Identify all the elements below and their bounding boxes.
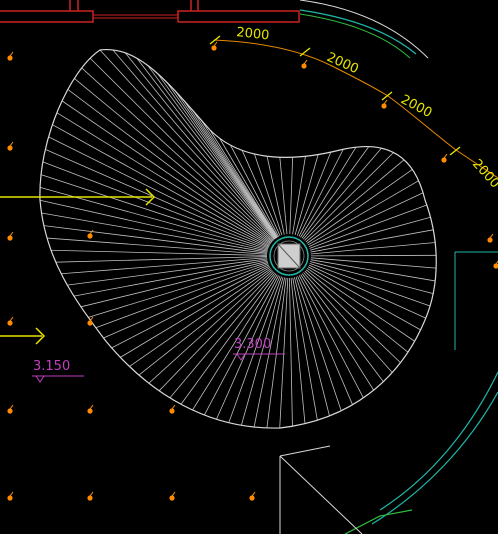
light-marker: [301, 63, 307, 69]
radial-ray: [305, 159, 405, 243]
light-marker: [487, 237, 493, 243]
radial-ray: [50, 249, 268, 256]
light-marker: [7, 495, 13, 501]
radial-ray: [112, 49, 276, 240]
light-marker-tail: [9, 141, 14, 147]
radial-ray: [67, 89, 272, 244]
radial-ray: [80, 260, 268, 308]
light-marker-tail: [9, 316, 14, 322]
light-marker-tail: [303, 59, 308, 65]
radial-ray: [136, 57, 276, 239]
radial-ray: [40, 174, 269, 250]
light-marker-tail: [171, 491, 176, 497]
light-marker-tail: [89, 491, 94, 497]
radial-ray: [305, 269, 409, 353]
radial-ray: [74, 78, 273, 243]
light-marker-tail: [9, 491, 14, 497]
radial-ray: [169, 272, 276, 399]
radial-ray: [303, 272, 393, 373]
dimension-label-3: 2000: [398, 92, 434, 121]
radial-ray: [294, 154, 319, 235]
radial-rays: [39, 49, 437, 429]
light-marker: [7, 145, 13, 151]
light-marker-tail: [213, 41, 218, 47]
light-marker: [7, 320, 13, 326]
radial-ray: [295, 276, 342, 411]
light-marker: [169, 495, 175, 501]
radial-ray: [303, 147, 382, 240]
radial-ray: [279, 157, 288, 235]
radial-ray: [95, 263, 269, 329]
radial-ray: [158, 271, 275, 392]
radial-ray: [43, 225, 268, 254]
elevation-label-3150: 3.150: [33, 359, 70, 374]
light-marker-tail: [9, 51, 14, 57]
radial-ray: [148, 270, 273, 384]
light-marker: [249, 495, 255, 501]
radial-ray: [39, 199, 268, 252]
light-marker: [87, 408, 93, 414]
light-marker-tail: [251, 491, 256, 497]
light-marker-tail: [171, 404, 176, 410]
elevation-label-3300: 3.300: [234, 337, 271, 352]
light-marker-tail: [489, 233, 494, 239]
radial-ray: [48, 136, 270, 247]
radial-ray: [289, 157, 294, 235]
radial-ray: [292, 277, 318, 421]
radial-ray: [297, 276, 353, 405]
radial-ray: [124, 52, 276, 240]
radial-ray: [306, 268, 415, 342]
dimension-label-2: 2000: [324, 50, 360, 77]
radial-ray: [301, 273, 384, 382]
light-marker-tail: [89, 404, 94, 410]
central-column: [269, 236, 309, 276]
radial-ray: [294, 277, 330, 416]
radial-ray: [279, 277, 289, 429]
radial-ray: [298, 149, 344, 237]
light-marker: [7, 235, 13, 241]
light-marker: [493, 263, 498, 269]
light-marker-tail: [9, 404, 14, 410]
top-wall: [0, 0, 300, 23]
cad-drawing-canvas: 2000 2000 2000 2000 3.150 3.300: [0, 0, 498, 534]
radial-ray: [296, 151, 332, 236]
radial-ray: [300, 146, 357, 238]
radial-ray: [306, 169, 413, 244]
radial-ray: [201, 120, 278, 238]
radial-ray: [55, 256, 268, 263]
light-marker: [381, 103, 387, 109]
light-marker: [169, 408, 175, 414]
radial-ray: [147, 65, 277, 239]
light-marker-tail: [383, 99, 388, 105]
light-marker: [87, 495, 93, 501]
radial-ray: [230, 144, 280, 237]
ceiling-feature: [39, 49, 437, 429]
light-marker: [7, 55, 13, 61]
radial-ray: [289, 277, 293, 427]
dimension-label-4: 2000: [469, 157, 498, 192]
radial-ray: [298, 275, 364, 399]
radial-ray: [175, 91, 277, 239]
radial-ray: [157, 73, 277, 239]
radial-ray: [301, 146, 370, 239]
light-marker-tail: [443, 153, 448, 159]
light-marker-tail: [89, 316, 94, 322]
radial-ray: [209, 129, 278, 238]
dimension-label-1: 2000: [236, 25, 270, 43]
radial-ray: [310, 254, 437, 257]
light-marker: [211, 45, 217, 51]
radial-ray: [307, 266, 421, 331]
radial-ray: [184, 100, 278, 238]
radial-ray: [300, 274, 374, 391]
dimension-tick: [449, 146, 461, 156]
light-marker: [7, 408, 13, 414]
radial-ray: [89, 57, 274, 241]
light-marker-tail: [9, 231, 14, 237]
light-marker: [87, 233, 93, 239]
light-marker: [441, 157, 447, 163]
radial-ray: [290, 277, 306, 424]
light-marker: [87, 320, 93, 326]
